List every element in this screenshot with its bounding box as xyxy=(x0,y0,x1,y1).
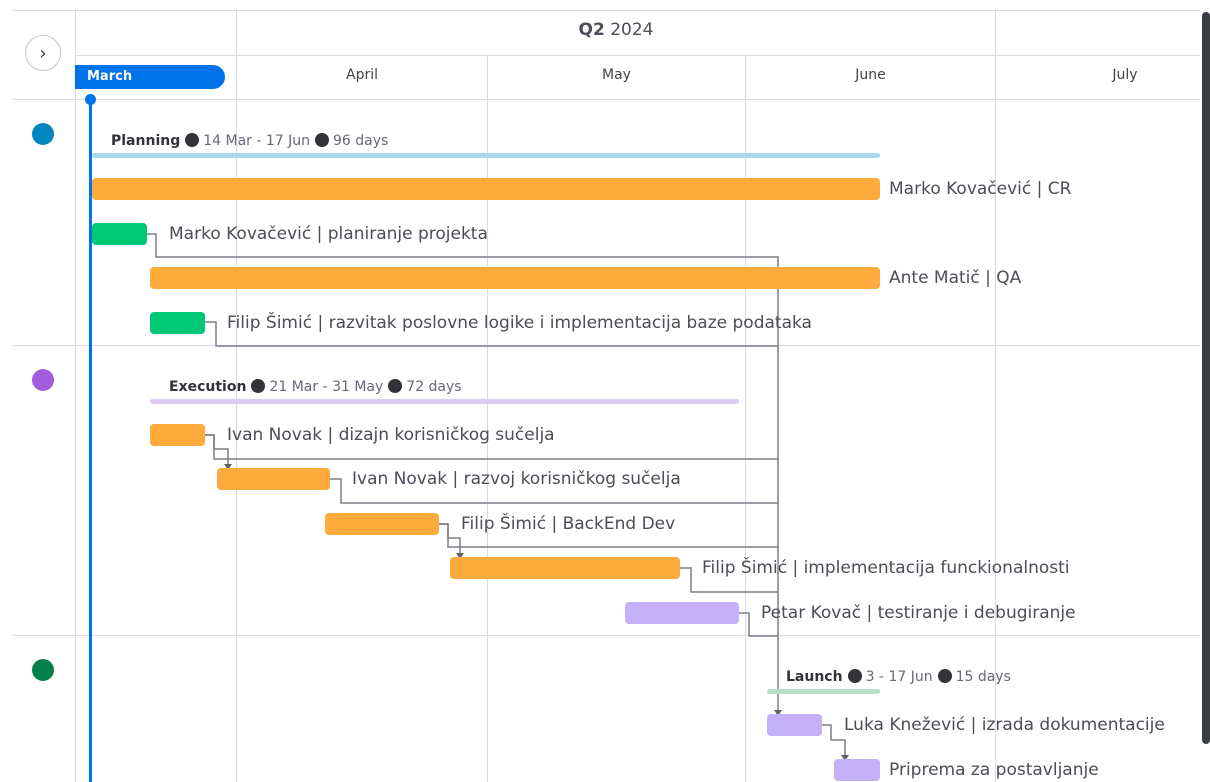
today-line xyxy=(89,96,92,782)
dependency-arrowheads xyxy=(224,464,849,761)
group-dates: 3 - 17 Jun xyxy=(865,669,933,685)
quarter-label: Q2 2024 xyxy=(236,20,996,40)
separator-dot xyxy=(937,669,952,683)
month-april: April xyxy=(346,67,378,83)
task-label: Marko Kovačević | planiranje projekta xyxy=(169,224,488,244)
task-bar-filip-logika[interactable] xyxy=(150,312,205,334)
task-label: Ante Matič | QA xyxy=(889,268,1022,288)
group-dates: 21 Mar - 31 May xyxy=(269,379,384,395)
quarter-year: 2024 xyxy=(610,20,654,40)
month-june: June xyxy=(855,67,886,83)
month-july: July xyxy=(1112,67,1138,83)
group-color-dot-launch[interactable] xyxy=(32,659,54,681)
quarter-name: Q2 xyxy=(578,20,605,40)
separator-dot xyxy=(251,379,266,393)
month-current-march[interactable]: March xyxy=(75,65,225,89)
group-dates: 14 Mar - 17 Jun xyxy=(203,133,311,149)
group-span-execution xyxy=(150,399,739,404)
today-marker xyxy=(85,94,96,105)
group-duration: 96 days xyxy=(333,133,389,149)
task-label: Filip Šimić | BackEnd Dev xyxy=(461,514,676,534)
task-label: Luka Knežević | izrada dokumentacije xyxy=(844,715,1165,735)
separator-dot xyxy=(315,133,330,147)
task-label: Petar Kovač | testiranje i debugiranje xyxy=(761,603,1076,623)
task-label: Ivan Novak | dizajn korisničkog sučelja xyxy=(227,425,555,445)
task-bar-luka-dokumentacija[interactable] xyxy=(767,714,822,736)
group-duration: 15 days xyxy=(955,669,1011,685)
group-duration: 72 days xyxy=(406,379,462,395)
task-label: Priprema za postavljanje xyxy=(889,760,1099,780)
task-bar-ivan-razvoj[interactable] xyxy=(217,468,330,490)
group-header-planning[interactable]: Planning 14 Mar - 17 Jun 96 days xyxy=(111,132,388,150)
task-label: Filip Šimić | implementacija funckionaln… xyxy=(702,558,1070,578)
task-label: Filip Šimić | razvitak poslovne logike i… xyxy=(227,313,812,333)
task-label: Ivan Novak | razvoj korisničkog sučelja xyxy=(352,469,681,489)
separator-dot xyxy=(388,379,403,393)
task-bar-filip-backend[interactable] xyxy=(325,513,439,535)
timeline-nav-button[interactable]: › xyxy=(25,35,61,71)
group-span-launch xyxy=(767,689,880,694)
group-name: Launch xyxy=(786,669,843,685)
group-name: Planning xyxy=(111,133,181,149)
task-bar-filip-implementacija[interactable] xyxy=(450,557,680,579)
task-bar-marko-planiranje[interactable] xyxy=(92,223,147,245)
group-header-execution[interactable]: Execution 21 Mar - 31 May 72 days xyxy=(169,378,462,396)
vertical-scrollbar[interactable] xyxy=(1202,12,1210,744)
group-name: Execution xyxy=(169,379,247,395)
task-bar-petar-testiranje[interactable] xyxy=(625,602,739,624)
task-label: Marko Kovačević | CR xyxy=(889,179,1072,199)
task-bar-marko-cr[interactable] xyxy=(92,178,880,200)
separator-dot xyxy=(185,133,200,147)
task-bar-priprema[interactable] xyxy=(834,759,880,781)
month-may: May xyxy=(602,67,631,83)
group-color-dot-execution[interactable] xyxy=(32,369,54,391)
group-color-dot-planning[interactable] xyxy=(32,123,54,145)
group-header-launch[interactable]: Launch 3 - 17 Jun 15 days xyxy=(786,668,1011,686)
task-bar-ante-qa[interactable] xyxy=(150,267,880,289)
separator-dot xyxy=(847,669,862,683)
group-span-planning xyxy=(92,153,880,158)
chevron-right-icon: › xyxy=(39,42,47,64)
task-bar-ivan-dizajn[interactable] xyxy=(150,424,205,446)
